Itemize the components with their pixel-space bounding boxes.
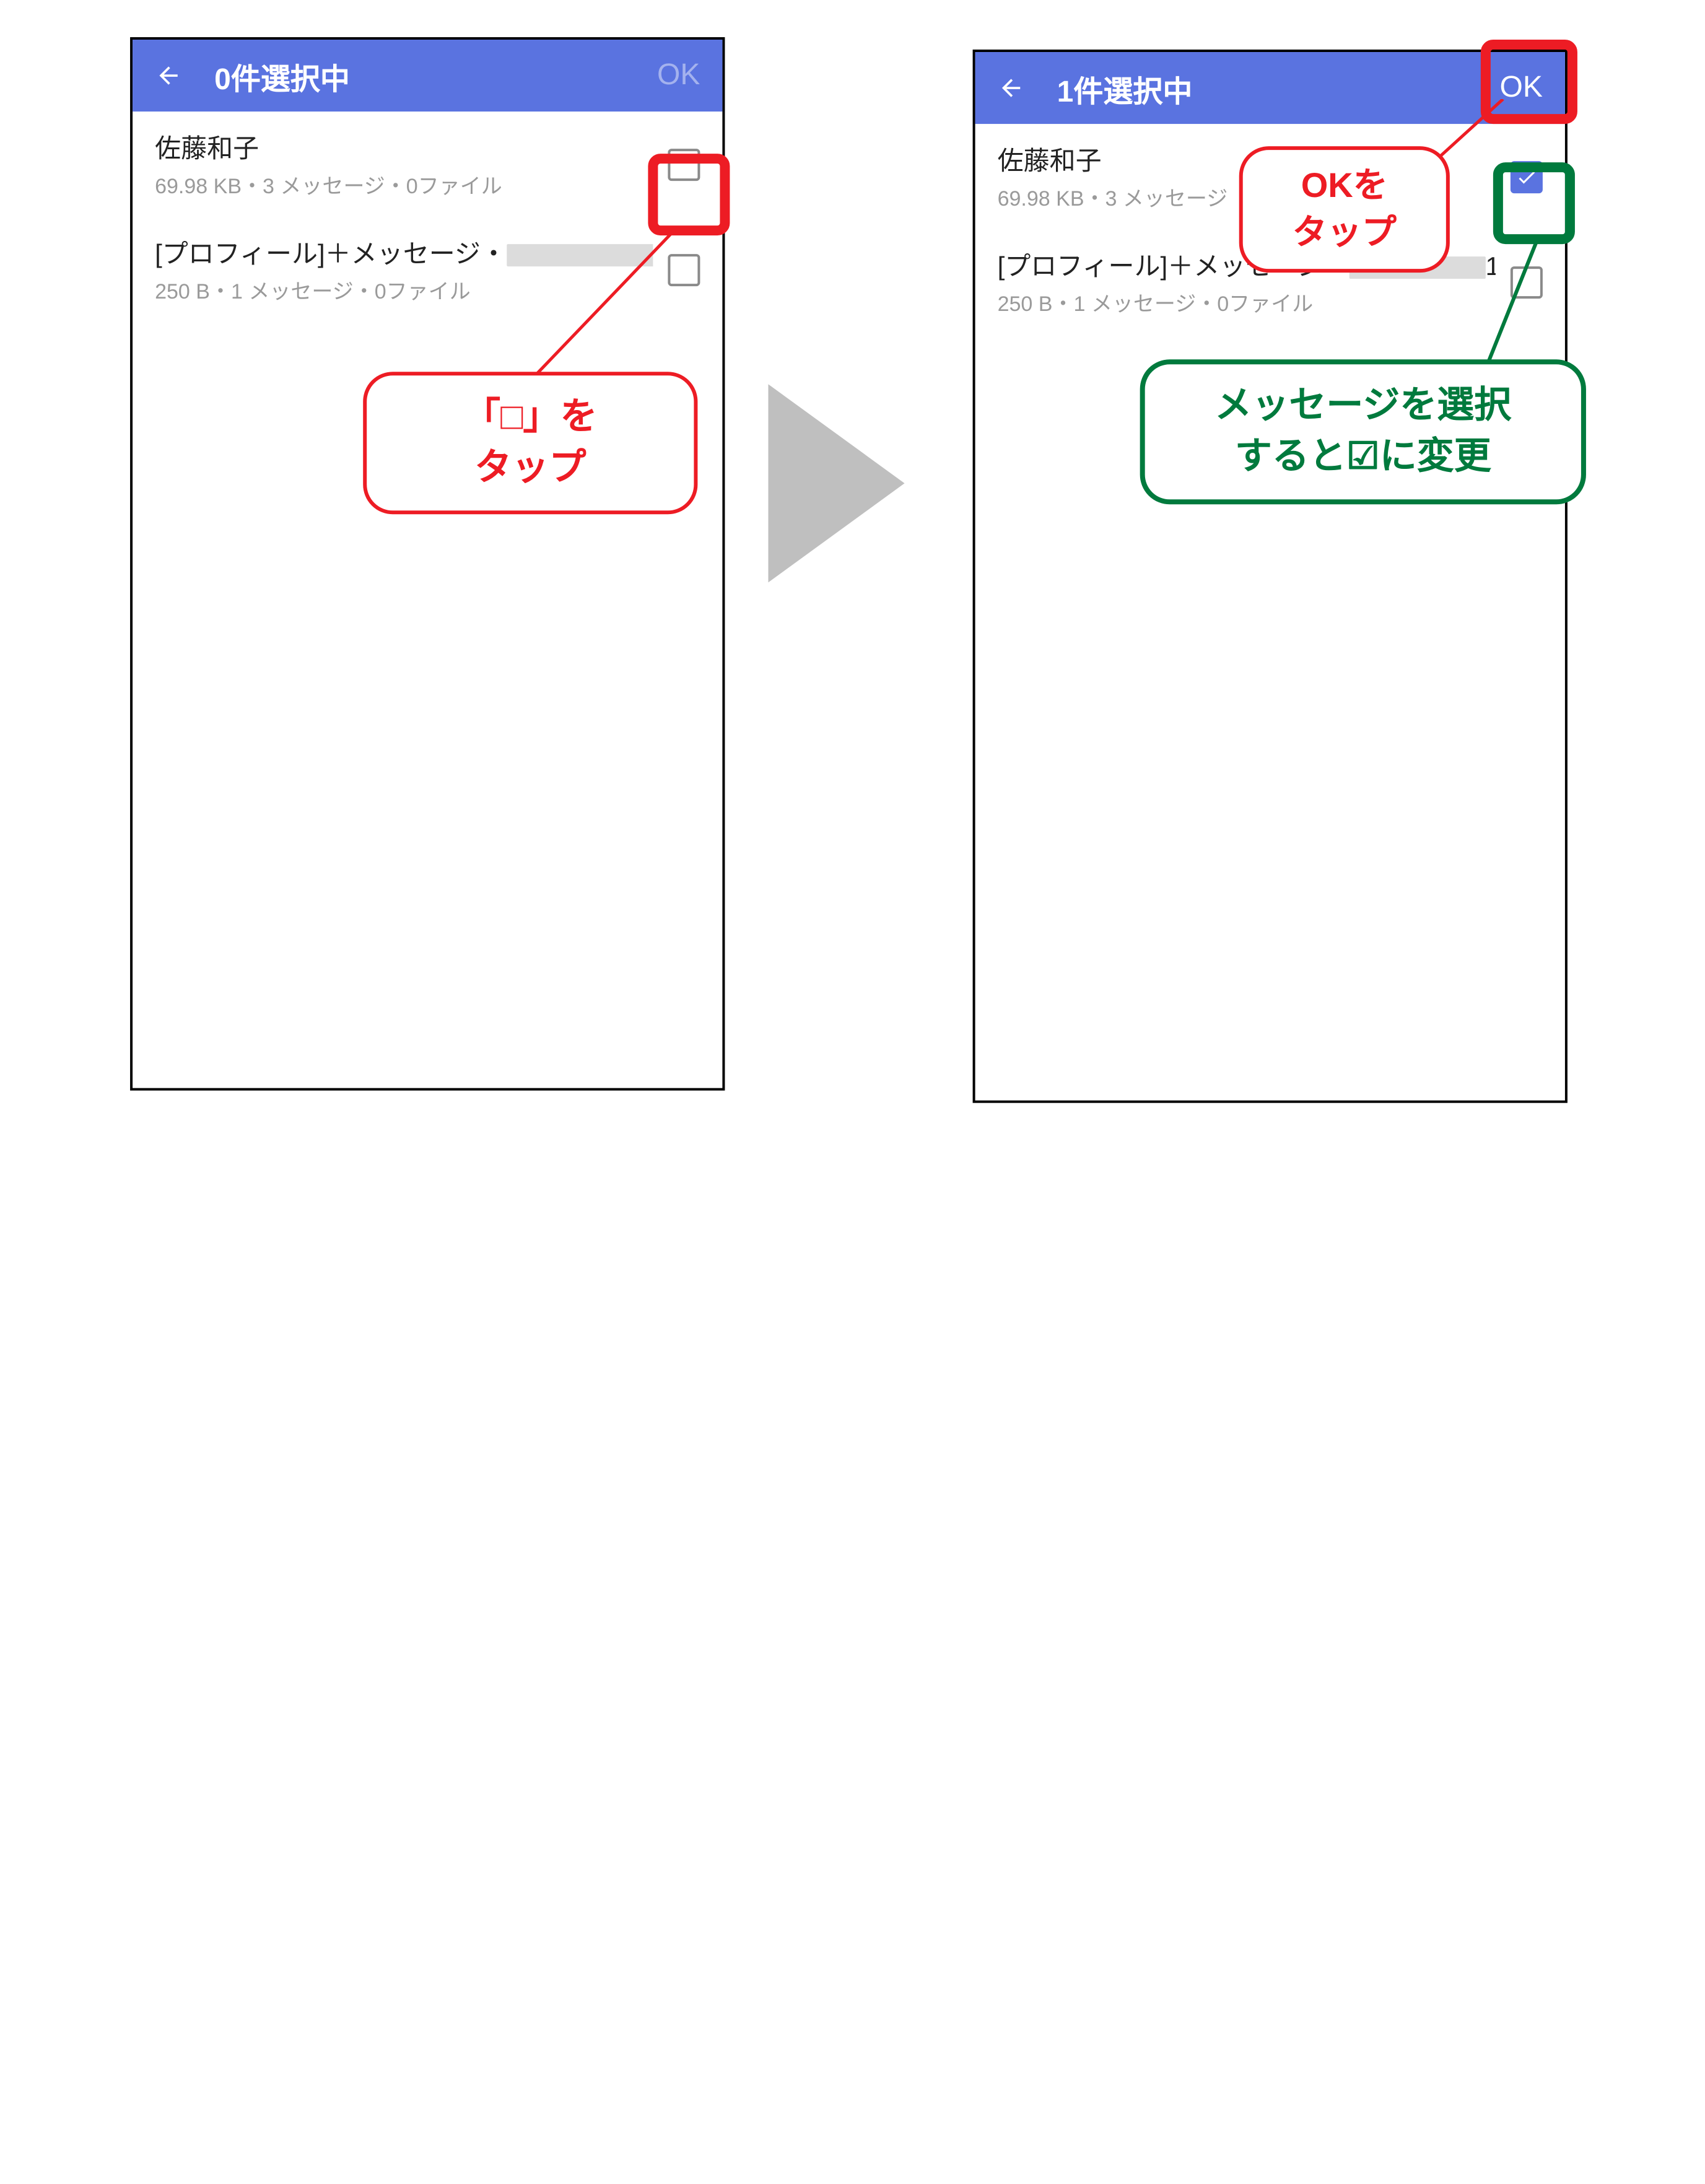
callout-line: メッセージを選択 bbox=[1180, 382, 1546, 432]
list-item-subtitle: 69.98 KB・3 メッセージ・0ファイル bbox=[155, 168, 653, 199]
back-arrow-icon[interactable] bbox=[993, 69, 1030, 107]
appbar-title: 1件選択中 bbox=[1057, 66, 1495, 110]
checkbox-checked-icon[interactable] bbox=[1511, 160, 1543, 193]
ok-button[interactable]: OK bbox=[1495, 66, 1548, 110]
callout-line: タップ bbox=[1260, 209, 1429, 256]
appbar: 0件選択中 OK bbox=[133, 40, 722, 111]
checkbox-icon[interactable] bbox=[1511, 266, 1543, 298]
list-item[interactable]: [プロフィール]＋メッセージ・ 250 B・1 メッセージ・0ファイル bbox=[133, 217, 722, 322]
checkbox-icon[interactable] bbox=[668, 148, 700, 180]
sub-text: 69.98 KB・3 メッセージ bbox=[998, 187, 1228, 211]
callout-tap-ok: OKを タップ bbox=[1239, 146, 1450, 272]
list-item-subtitle: 250 B・1 メッセージ・0ファイル bbox=[155, 274, 653, 305]
title-text: [プロフィール]＋メッセージ・ bbox=[155, 240, 507, 269]
message-list: 佐藤和子 69.98 KB・3 メッセージ・0ファイル [プロフィール]＋メッセ… bbox=[133, 111, 722, 322]
list-item-title: 佐藤和子 bbox=[155, 129, 653, 166]
list-item-title: [プロフィール]＋メッセージ・ bbox=[155, 234, 653, 271]
redacted-block bbox=[507, 245, 653, 267]
appbar: 1件選択中 OK bbox=[975, 52, 1565, 124]
transition-arrow-icon bbox=[768, 384, 904, 582]
callout-line: すると☑に変更 bbox=[1180, 432, 1546, 482]
callout-tap-checkbox: 「□」を タップ bbox=[363, 372, 697, 514]
callout-line: OKを bbox=[1260, 162, 1429, 209]
back-arrow-icon[interactable] bbox=[150, 57, 187, 94]
ok-button[interactable]: OK bbox=[652, 53, 705, 98]
callout-checkbox-change: メッセージを選択 すると☑に変更 bbox=[1140, 359, 1586, 504]
list-item-subtitle: 250 B・1 メッセージ・0ファイル bbox=[998, 286, 1496, 317]
list-item[interactable]: 佐藤和子 69.98 KB・3 メッセージ・0ファイル bbox=[133, 111, 722, 217]
title-suffix: 1 bbox=[1486, 253, 1496, 281]
callout-line: タップ bbox=[401, 443, 659, 493]
callout-line: 「□」を bbox=[401, 393, 659, 443]
phone-screen-left: 0件選択中 OK 佐藤和子 69.98 KB・3 メッセージ・0ファイル [プロ… bbox=[130, 37, 725, 1091]
checkbox-icon[interactable] bbox=[668, 253, 700, 286]
appbar-title: 0件選択中 bbox=[214, 54, 652, 97]
